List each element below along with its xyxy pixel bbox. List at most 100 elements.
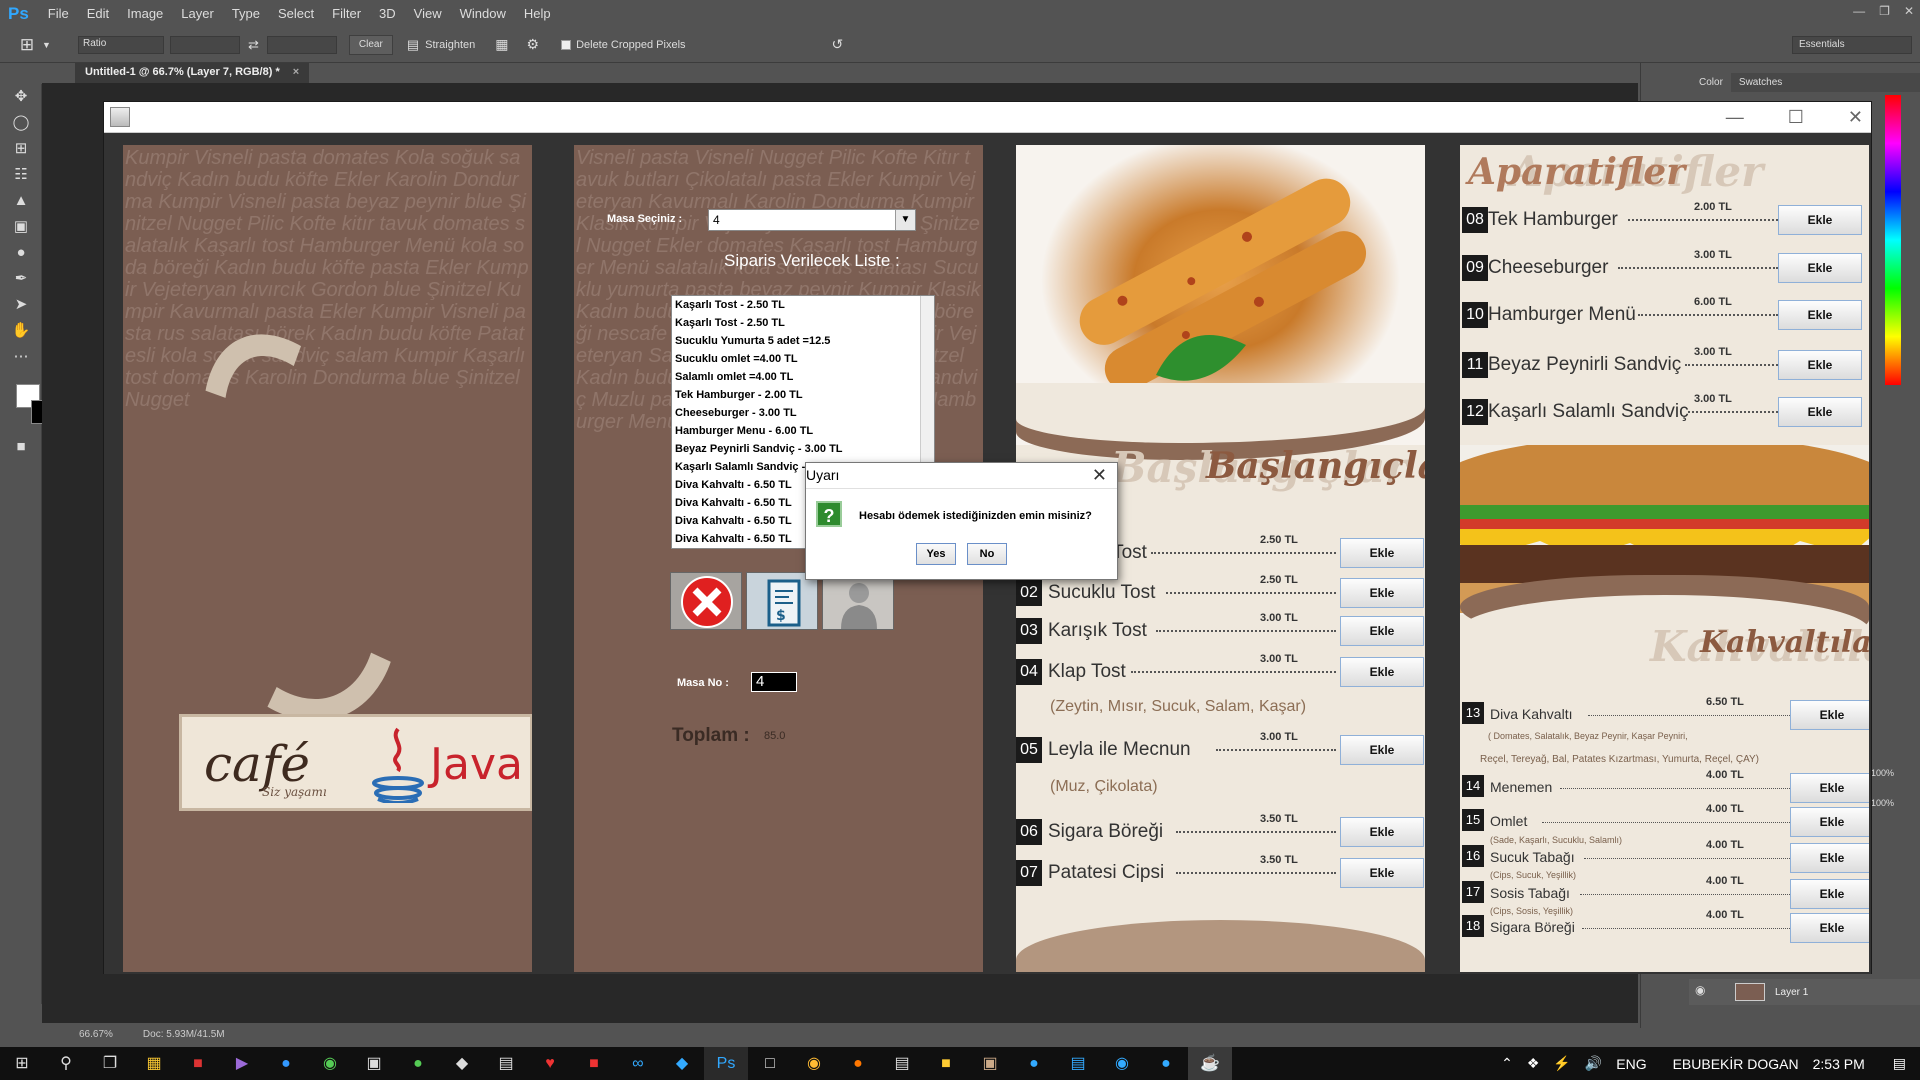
eye-icon[interactable]: ◉ bbox=[1695, 983, 1705, 997]
restore-icon[interactable]: ❐ bbox=[1879, 4, 1890, 18]
document-tab[interactable]: Untitled-1 @ 66.7% (Layer 7, RGB/8) * × bbox=[75, 63, 310, 83]
ratio-width-input[interactable] bbox=[170, 35, 240, 54]
menu-select[interactable]: Select bbox=[269, 6, 323, 21]
ekle-button[interactable]: Ekle bbox=[1790, 773, 1869, 803]
straighten-icon[interactable]: ▤ bbox=[407, 37, 419, 53]
list-item[interactable]: Tek Hamburger - 2.00 TL bbox=[672, 386, 934, 404]
opacity-value[interactable]: 100% bbox=[1871, 768, 1894, 778]
minimize-icon[interactable]: — bbox=[1853, 4, 1865, 18]
search-icon[interactable]: ⚲ bbox=[44, 1047, 88, 1080]
color-spectrum[interactable] bbox=[1885, 95, 1901, 385]
close-icon[interactable]: ✕ bbox=[1904, 4, 1914, 18]
tab-swatches[interactable]: Swatches bbox=[1731, 73, 1790, 92]
gear-icon[interactable]: ⚙ bbox=[527, 36, 540, 53]
ekle-button[interactable]: Ekle bbox=[1790, 807, 1869, 837]
close-icon[interactable]: ✕ bbox=[1092, 465, 1107, 486]
chevron-down-icon[interactable]: ▼ bbox=[895, 210, 915, 230]
masa-no-field[interactable]: 4 bbox=[751, 672, 797, 692]
clear-button[interactable]: Clear bbox=[348, 34, 393, 55]
ekle-button[interactable]: Ekle bbox=[1790, 843, 1869, 873]
app-icon[interactable]: ◆ bbox=[440, 1047, 484, 1080]
menu-window[interactable]: Window bbox=[451, 6, 515, 21]
ekle-button[interactable]: Ekle bbox=[1790, 913, 1869, 943]
power-icon[interactable]: ⚡ bbox=[1553, 1055, 1570, 1072]
app-icon[interactable]: ▤ bbox=[1056, 1047, 1100, 1080]
list-item[interactable]: Sucuklu Yumurta 5 adet =12.5 bbox=[672, 332, 934, 350]
undo-icon[interactable]: ↺ bbox=[832, 36, 844, 53]
more-tools-icon[interactable]: ⋯ bbox=[0, 344, 42, 370]
app-icon[interactable]: □ bbox=[748, 1047, 792, 1080]
app-icon[interactable]: ◉ bbox=[1100, 1047, 1144, 1080]
ratio-height-input[interactable] bbox=[266, 35, 337, 54]
path-selection-icon[interactable]: ➤ bbox=[0, 292, 42, 318]
bill-button[interactable]: $ bbox=[746, 572, 818, 630]
list-item[interactable]: Cheeseburger - 3.00 TL bbox=[672, 404, 934, 422]
ekle-button[interactable]: Ekle bbox=[1778, 397, 1862, 427]
app-icon[interactable]: ◆ bbox=[660, 1047, 704, 1080]
clock[interactable]: 2:53 PM bbox=[1813, 1056, 1865, 1072]
ekle-button[interactable]: Ekle bbox=[1340, 657, 1424, 687]
ekle-button[interactable]: Ekle bbox=[1340, 735, 1424, 765]
minimize-icon[interactable]: — bbox=[1726, 107, 1744, 128]
app-icon[interactable]: ♥ bbox=[528, 1047, 572, 1080]
maximize-icon[interactable]: ☐ bbox=[1788, 107, 1804, 128]
ekle-button[interactable]: Ekle bbox=[1778, 300, 1862, 330]
pen-tool-icon[interactable]: ✒ bbox=[0, 266, 42, 292]
blur-tool-icon[interactable]: ● bbox=[0, 240, 42, 266]
photoshop-taskbar-icon[interactable]: Ps bbox=[704, 1047, 748, 1080]
skype-icon[interactable]: ● bbox=[1012, 1047, 1056, 1080]
app-icon[interactable]: ◉ bbox=[308, 1047, 352, 1080]
menu-help[interactable]: Help bbox=[515, 6, 560, 21]
task-view-icon[interactable]: ❐ bbox=[88, 1047, 132, 1080]
app-icon[interactable]: ▤ bbox=[484, 1047, 528, 1080]
ekle-button[interactable]: Ekle bbox=[1340, 858, 1424, 888]
menu-3d[interactable]: 3D bbox=[370, 6, 405, 21]
lasso-tool-icon[interactable]: ◯ bbox=[0, 110, 42, 136]
app-icon[interactable]: ∞ bbox=[616, 1047, 660, 1080]
menu-type[interactable]: Type bbox=[223, 6, 269, 21]
sticky-notes-icon[interactable]: ■ bbox=[924, 1047, 968, 1080]
windows-start-icon[interactable]: ⊞ bbox=[0, 1047, 44, 1080]
close-icon[interactable]: ✕ bbox=[1848, 107, 1863, 128]
ekle-button[interactable]: Ekle bbox=[1790, 700, 1869, 730]
app-icon[interactable]: ▣ bbox=[968, 1047, 1012, 1080]
eraser-icon[interactable]: ▣ bbox=[0, 214, 42, 240]
firefox-icon[interactable]: ● bbox=[836, 1047, 880, 1080]
menu-image[interactable]: Image bbox=[118, 6, 172, 21]
chrome-icon[interactable]: ◉ bbox=[792, 1047, 836, 1080]
wifi-icon[interactable]: ❖ bbox=[1527, 1055, 1540, 1072]
close-tab-icon[interactable]: × bbox=[293, 66, 299, 78]
ekle-button[interactable]: Ekle bbox=[1340, 616, 1424, 646]
chevron-down-icon[interactable]: ▼ bbox=[42, 40, 56, 50]
notifications-icon[interactable]: ▤ bbox=[1893, 1055, 1906, 1072]
hand-tool-icon[interactable]: ✋ bbox=[0, 318, 42, 344]
delete-cropped-checkbox[interactable] bbox=[561, 39, 572, 50]
app-icon[interactable]: ▤ bbox=[880, 1047, 924, 1080]
app-icon[interactable]: ● bbox=[1144, 1047, 1188, 1080]
healing-brush-icon[interactable]: ☷ bbox=[0, 162, 42, 188]
grid-overlay-icon[interactable]: ▦ bbox=[495, 36, 508, 53]
quick-mask-icon[interactable]: ■ bbox=[0, 434, 42, 460]
list-item[interactable]: Hamburger Menu - 6.00 TL bbox=[672, 422, 934, 440]
file-explorer-icon[interactable]: ▦ bbox=[132, 1047, 176, 1080]
ekle-button[interactable]: Ekle bbox=[1778, 253, 1862, 283]
fill-value[interactable]: 100% bbox=[1871, 798, 1894, 808]
ekle-button[interactable]: Ekle bbox=[1790, 879, 1869, 909]
ekle-button[interactable]: Ekle bbox=[1778, 350, 1862, 380]
list-item[interactable]: Sucuklu omlet =4.00 TL bbox=[672, 350, 934, 368]
move-tool-icon[interactable]: ✥ bbox=[0, 84, 42, 110]
language-indicator[interactable]: ENG bbox=[1616, 1056, 1646, 1072]
tab-color[interactable]: Color bbox=[1691, 73, 1731, 92]
waiter-button[interactable] bbox=[822, 572, 894, 630]
menu-filter[interactable]: Filter bbox=[323, 6, 370, 21]
list-item[interactable]: Kaşarlı Tost - 2.50 TL bbox=[672, 314, 934, 332]
ratio-select[interactable]: Ratio bbox=[78, 35, 164, 54]
zoom-level[interactable]: 66.67% bbox=[79, 1029, 113, 1040]
cancel-order-button[interactable] bbox=[670, 572, 742, 630]
yes-button[interactable]: Yes bbox=[916, 543, 956, 565]
ekle-button[interactable]: Ekle bbox=[1778, 205, 1862, 235]
menu-layer[interactable]: Layer bbox=[172, 6, 223, 21]
java-taskbar-icon[interactable]: ☕ bbox=[1188, 1047, 1232, 1080]
ekle-button[interactable]: Ekle bbox=[1340, 817, 1424, 847]
masa-select[interactable]: 4 ▼ bbox=[708, 209, 916, 231]
